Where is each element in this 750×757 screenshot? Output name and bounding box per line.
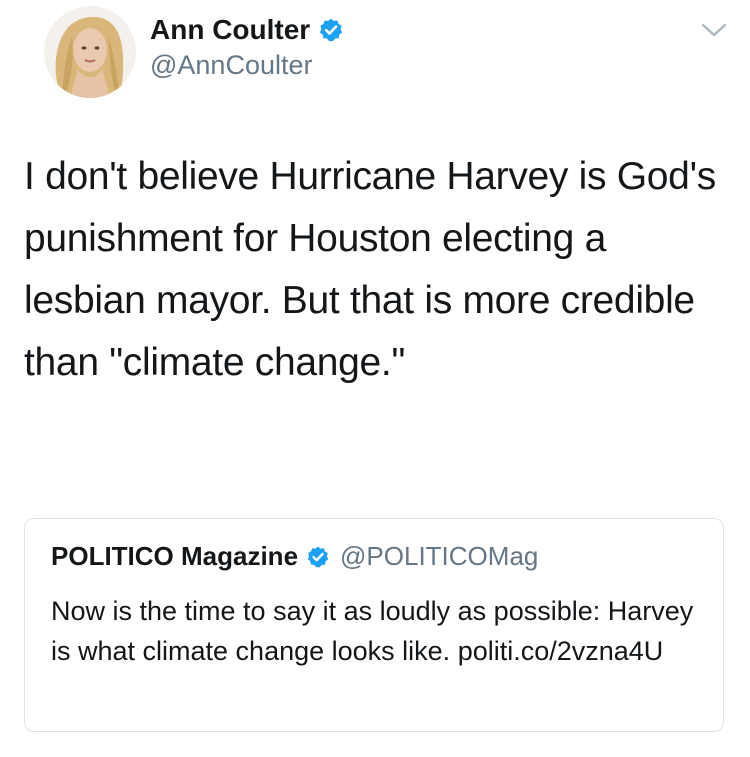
tweet-card: Ann Coulter @AnnCoulter I don't believe … (0, 0, 750, 757)
avatar[interactable] (44, 6, 136, 98)
tweet-text: I don't believe Hurricane Harvey is God'… (24, 155, 716, 384)
quoted-author-name: POLITICO Magazine (51, 541, 299, 571)
verified-badge-icon (318, 17, 344, 43)
author-handle[interactable]: @AnnCoulter (150, 50, 313, 81)
author-display-name[interactable]: Ann Coulter (150, 14, 310, 46)
avatar-image (44, 6, 136, 98)
quoted-tweet[interactable]: POLITICO Magazine @POLITICOMag Now is th… (24, 518, 724, 732)
quoted-tweet-header: POLITICO Magazine @POLITICOMag (51, 541, 538, 572)
chevron-down-icon[interactable] (700, 20, 728, 40)
author-name-row: Ann Coulter (150, 10, 344, 50)
quoted-author-handle: @POLITICOMag (340, 541, 539, 571)
verified-badge-icon (306, 545, 330, 569)
quoted-tweet-text: Now is the time to say it as loudly as p… (51, 596, 694, 666)
